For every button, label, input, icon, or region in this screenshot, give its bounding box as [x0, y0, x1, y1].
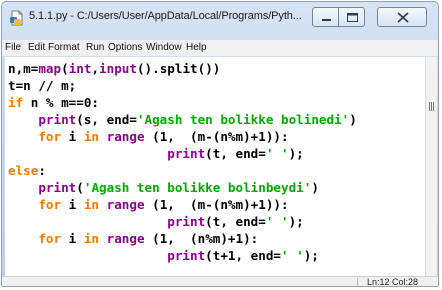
- code-line[interactable]: if n % m==0:: [8, 94, 99, 111]
- code-token: ' ': [265, 214, 289, 229]
- code-token: in: [83, 231, 100, 246]
- code-token: (1, (m-(n%m)+1)):: [144, 129, 289, 144]
- code-line[interactable]: for i in range (1, (m-(n%m)+1)):: [8, 128, 289, 145]
- code-line[interactable]: print('Agash ten bolikke bolinbeydi'): [8, 179, 319, 196]
- menu-item-help[interactable]: Help: [186, 42, 207, 53]
- code-line[interactable]: for i in range (1, (m-(n%m)+1)):: [8, 196, 289, 213]
- code-line[interactable]: print(s, end='Agash ten bolikke bolinedi…: [8, 111, 357, 128]
- close-button[interactable]: [377, 7, 427, 27]
- code-line[interactable]: n,m=map(int,input().split()): [8, 60, 220, 77]
- code-line[interactable]: print(t, end=' ');: [8, 145, 304, 162]
- code-line[interactable]: print(t, end=' ');: [8, 213, 304, 230]
- code-token: :: [38, 163, 46, 178]
- code-token: ): [349, 112, 357, 127]
- code-token: for: [38, 129, 62, 144]
- code-token: print: [38, 112, 77, 127]
- title-bar[interactable]: 5.1.1.py - C:/Users/User/AppData/Local/P…: [2, 2, 438, 32]
- code-token: print: [38, 180, 77, 195]
- code-token: map: [38, 61, 62, 76]
- code-token: );: [288, 214, 304, 229]
- code-token: (: [76, 180, 84, 195]
- code-token: i: [61, 129, 84, 144]
- code-line[interactable]: t=n // m;: [8, 77, 76, 94]
- code-token: ' ': [280, 248, 304, 263]
- code-line[interactable]: print(t+1, end=' ');: [8, 247, 319, 264]
- status-divider: [357, 278, 358, 286]
- minimize-button[interactable]: [312, 7, 339, 27]
- code-token: range: [106, 129, 145, 144]
- code-token: int: [68, 61, 92, 76]
- cursor-position: Ln:12 Col:28: [367, 277, 419, 287]
- python-file-icon: [10, 10, 23, 26]
- maximize-icon: [347, 13, 358, 22]
- code-token: (s, end=: [76, 112, 137, 127]
- vertical-scrollbar[interactable]: [425, 57, 437, 276]
- code-token: (1, (m-(n%m)+1)):: [144, 197, 289, 212]
- menu-item-window[interactable]: Window: [146, 42, 182, 53]
- code-token: ().split()): [136, 61, 221, 76]
- code-token: ' ': [265, 146, 289, 161]
- code-token: ,: [91, 61, 100, 76]
- code-token: input: [99, 61, 137, 76]
- code-token: in: [83, 197, 100, 212]
- menu-item-run[interactable]: Run: [86, 42, 104, 53]
- code-token: i: [61, 197, 84, 212]
- code-token: for: [38, 197, 62, 212]
- code-token: (1, (n%m)+1):: [144, 231, 259, 246]
- code-token: );: [288, 146, 304, 161]
- code-token: ): [311, 180, 319, 195]
- code-token: if: [8, 95, 24, 110]
- code-token: t=n // m;: [8, 78, 77, 93]
- menu-item-format[interactable]: Format: [48, 42, 80, 53]
- menu-item-file[interactable]: File: [5, 42, 21, 53]
- code-token: );: [303, 248, 319, 263]
- code-editor[interactable]: n,m=map(int,input().split()) t=n // m; if …: [5, 57, 425, 276]
- code-token: (: [61, 61, 69, 76]
- minimize-icon: [322, 19, 331, 21]
- code-token: n % m==0:: [23, 95, 99, 110]
- maximize-button[interactable]: [338, 7, 365, 27]
- code-token: print: [167, 248, 206, 263]
- code-token: range: [106, 197, 145, 212]
- code-token: else: [8, 163, 39, 178]
- code-token: 'Agash ten bolikke bolinedi': [136, 112, 350, 127]
- code-token: print: [167, 214, 206, 229]
- code-token: (t, end=: [205, 214, 266, 229]
- close-icon: [397, 12, 409, 23]
- menu-bar: File Edit Format Run Options Window Help: [2, 40, 438, 56]
- code-line[interactable]: else:: [8, 162, 46, 179]
- menu-item-options[interactable]: Options: [108, 42, 142, 53]
- idle-editor-window: 5.1.1.py - C:/Users/User/AppData/Local/P…: [1, 1, 439, 287]
- status-bar: Ln:12 Col:28: [2, 276, 438, 287]
- window-title: 5.1.1.py - C:/Users/User/AppData/Local/P…: [29, 10, 302, 22]
- code-token: (t, end=: [205, 146, 266, 161]
- code-token: range: [106, 231, 145, 246]
- code-line[interactable]: for i in range (1, (n%m)+1):: [8, 230, 258, 247]
- scroll-grip-icon[interactable]: [429, 102, 434, 111]
- code-token: 'Agash ten bolikke bolinbeydi': [83, 180, 312, 195]
- code-token: n,m=: [8, 61, 39, 76]
- code-token: for: [38, 231, 62, 246]
- code-token: i: [61, 231, 84, 246]
- menu-item-edit[interactable]: Edit: [28, 42, 45, 53]
- code-token: (t+1, end=: [205, 248, 281, 263]
- code-token: in: [83, 129, 100, 144]
- code-token: print: [167, 146, 206, 161]
